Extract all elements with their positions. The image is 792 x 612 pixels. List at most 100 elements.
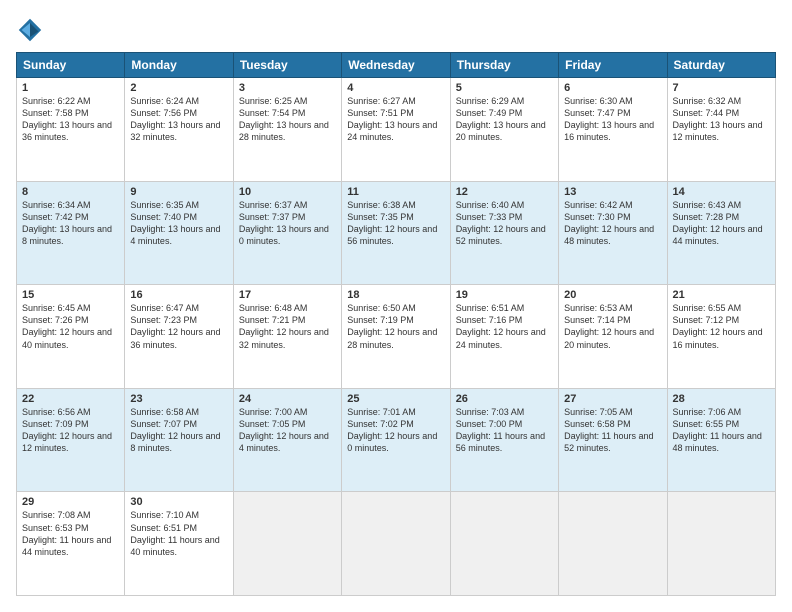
table-row: 5Sunrise: 6:29 AMSunset: 7:49 PMDaylight…	[450, 78, 558, 182]
day-info: Sunrise: 6:42 AMSunset: 7:30 PMDaylight:…	[564, 199, 661, 248]
day-number: 18	[347, 289, 444, 301]
day-info: Sunrise: 6:47 AMSunset: 7:23 PMDaylight:…	[130, 302, 227, 351]
table-row: 28Sunrise: 7:06 AMSunset: 6:55 PMDayligh…	[667, 388, 775, 492]
day-info: Sunrise: 7:03 AMSunset: 7:00 PMDaylight:…	[456, 406, 553, 455]
col-header-friday: Friday	[559, 53, 667, 78]
day-info: Sunrise: 7:10 AMSunset: 6:51 PMDaylight:…	[130, 509, 227, 558]
day-number: 9	[130, 186, 227, 198]
day-info: Sunrise: 6:58 AMSunset: 7:07 PMDaylight:…	[130, 406, 227, 455]
table-row: 25Sunrise: 7:01 AMSunset: 7:02 PMDayligh…	[342, 388, 450, 492]
header	[16, 16, 776, 44]
day-info: Sunrise: 6:22 AMSunset: 7:58 PMDaylight:…	[22, 95, 119, 144]
table-row: 1Sunrise: 6:22 AMSunset: 7:58 PMDaylight…	[17, 78, 125, 182]
table-row: 3Sunrise: 6:25 AMSunset: 7:54 PMDaylight…	[233, 78, 341, 182]
table-row: 15Sunrise: 6:45 AMSunset: 7:26 PMDayligh…	[17, 285, 125, 389]
table-row: 11Sunrise: 6:38 AMSunset: 7:35 PMDayligh…	[342, 181, 450, 285]
table-row: 4Sunrise: 6:27 AMSunset: 7:51 PMDaylight…	[342, 78, 450, 182]
day-number: 23	[130, 393, 227, 405]
table-row: 24Sunrise: 7:00 AMSunset: 7:05 PMDayligh…	[233, 388, 341, 492]
day-info: Sunrise: 6:34 AMSunset: 7:42 PMDaylight:…	[22, 199, 119, 248]
day-info: Sunrise: 6:55 AMSunset: 7:12 PMDaylight:…	[673, 302, 770, 351]
day-number: 19	[456, 289, 553, 301]
day-number: 21	[673, 289, 770, 301]
day-number: 4	[347, 82, 444, 94]
day-number: 20	[564, 289, 661, 301]
table-row: 6Sunrise: 6:30 AMSunset: 7:47 PMDaylight…	[559, 78, 667, 182]
day-number: 14	[673, 186, 770, 198]
table-row	[233, 492, 341, 596]
day-info: Sunrise: 6:43 AMSunset: 7:28 PMDaylight:…	[673, 199, 770, 248]
day-info: Sunrise: 6:29 AMSunset: 7:49 PMDaylight:…	[456, 95, 553, 144]
day-number: 25	[347, 393, 444, 405]
day-number: 6	[564, 82, 661, 94]
table-row: 26Sunrise: 7:03 AMSunset: 7:00 PMDayligh…	[450, 388, 558, 492]
day-info: Sunrise: 6:38 AMSunset: 7:35 PMDaylight:…	[347, 199, 444, 248]
page: SundayMondayTuesdayWednesdayThursdayFrid…	[0, 0, 792, 612]
table-row: 13Sunrise: 6:42 AMSunset: 7:30 PMDayligh…	[559, 181, 667, 285]
col-header-tuesday: Tuesday	[233, 53, 341, 78]
table-row: 14Sunrise: 6:43 AMSunset: 7:28 PMDayligh…	[667, 181, 775, 285]
day-number: 24	[239, 393, 336, 405]
table-row: 23Sunrise: 6:58 AMSunset: 7:07 PMDayligh…	[125, 388, 233, 492]
day-info: Sunrise: 6:32 AMSunset: 7:44 PMDaylight:…	[673, 95, 770, 144]
day-number: 11	[347, 186, 444, 198]
table-row: 17Sunrise: 6:48 AMSunset: 7:21 PMDayligh…	[233, 285, 341, 389]
day-info: Sunrise: 6:48 AMSunset: 7:21 PMDaylight:…	[239, 302, 336, 351]
table-row: 29Sunrise: 7:08 AMSunset: 6:53 PMDayligh…	[17, 492, 125, 596]
day-info: Sunrise: 6:24 AMSunset: 7:56 PMDaylight:…	[130, 95, 227, 144]
table-row: 18Sunrise: 6:50 AMSunset: 7:19 PMDayligh…	[342, 285, 450, 389]
table-row	[559, 492, 667, 596]
day-info: Sunrise: 6:30 AMSunset: 7:47 PMDaylight:…	[564, 95, 661, 144]
day-number: 10	[239, 186, 336, 198]
day-number: 7	[673, 82, 770, 94]
table-row: 27Sunrise: 7:05 AMSunset: 6:58 PMDayligh…	[559, 388, 667, 492]
table-row: 9Sunrise: 6:35 AMSunset: 7:40 PMDaylight…	[125, 181, 233, 285]
logo-icon	[16, 16, 44, 44]
day-info: Sunrise: 6:45 AMSunset: 7:26 PMDaylight:…	[22, 302, 119, 351]
day-number: 3	[239, 82, 336, 94]
day-number: 22	[22, 393, 119, 405]
table-row: 20Sunrise: 6:53 AMSunset: 7:14 PMDayligh…	[559, 285, 667, 389]
day-number: 30	[130, 496, 227, 508]
day-info: Sunrise: 6:40 AMSunset: 7:33 PMDaylight:…	[456, 199, 553, 248]
day-number: 1	[22, 82, 119, 94]
day-info: Sunrise: 6:56 AMSunset: 7:09 PMDaylight:…	[22, 406, 119, 455]
day-info: Sunrise: 6:25 AMSunset: 7:54 PMDaylight:…	[239, 95, 336, 144]
day-number: 28	[673, 393, 770, 405]
day-info: Sunrise: 7:00 AMSunset: 7:05 PMDaylight:…	[239, 406, 336, 455]
col-header-wednesday: Wednesday	[342, 53, 450, 78]
table-row: 12Sunrise: 6:40 AMSunset: 7:33 PMDayligh…	[450, 181, 558, 285]
col-header-sunday: Sunday	[17, 53, 125, 78]
logo	[16, 16, 48, 44]
day-number: 15	[22, 289, 119, 301]
day-info: Sunrise: 6:51 AMSunset: 7:16 PMDaylight:…	[456, 302, 553, 351]
table-row: 19Sunrise: 6:51 AMSunset: 7:16 PMDayligh…	[450, 285, 558, 389]
day-info: Sunrise: 6:53 AMSunset: 7:14 PMDaylight:…	[564, 302, 661, 351]
day-number: 12	[456, 186, 553, 198]
day-info: Sunrise: 7:01 AMSunset: 7:02 PMDaylight:…	[347, 406, 444, 455]
table-row	[667, 492, 775, 596]
day-number: 13	[564, 186, 661, 198]
table-row: 22Sunrise: 6:56 AMSunset: 7:09 PMDayligh…	[17, 388, 125, 492]
day-info: Sunrise: 6:27 AMSunset: 7:51 PMDaylight:…	[347, 95, 444, 144]
day-number: 26	[456, 393, 553, 405]
day-number: 27	[564, 393, 661, 405]
day-info: Sunrise: 6:50 AMSunset: 7:19 PMDaylight:…	[347, 302, 444, 351]
table-row: 7Sunrise: 6:32 AMSunset: 7:44 PMDaylight…	[667, 78, 775, 182]
day-number: 16	[130, 289, 227, 301]
table-row: 2Sunrise: 6:24 AMSunset: 7:56 PMDaylight…	[125, 78, 233, 182]
table-row: 21Sunrise: 6:55 AMSunset: 7:12 PMDayligh…	[667, 285, 775, 389]
day-number: 8	[22, 186, 119, 198]
day-number: 5	[456, 82, 553, 94]
table-row	[342, 492, 450, 596]
day-info: Sunrise: 6:37 AMSunset: 7:37 PMDaylight:…	[239, 199, 336, 248]
table-row: 16Sunrise: 6:47 AMSunset: 7:23 PMDayligh…	[125, 285, 233, 389]
table-row: 30Sunrise: 7:10 AMSunset: 6:51 PMDayligh…	[125, 492, 233, 596]
table-row: 10Sunrise: 6:37 AMSunset: 7:37 PMDayligh…	[233, 181, 341, 285]
col-header-monday: Monday	[125, 53, 233, 78]
day-info: Sunrise: 7:08 AMSunset: 6:53 PMDaylight:…	[22, 509, 119, 558]
day-number: 2	[130, 82, 227, 94]
day-info: Sunrise: 6:35 AMSunset: 7:40 PMDaylight:…	[130, 199, 227, 248]
col-header-thursday: Thursday	[450, 53, 558, 78]
day-info: Sunrise: 7:06 AMSunset: 6:55 PMDaylight:…	[673, 406, 770, 455]
